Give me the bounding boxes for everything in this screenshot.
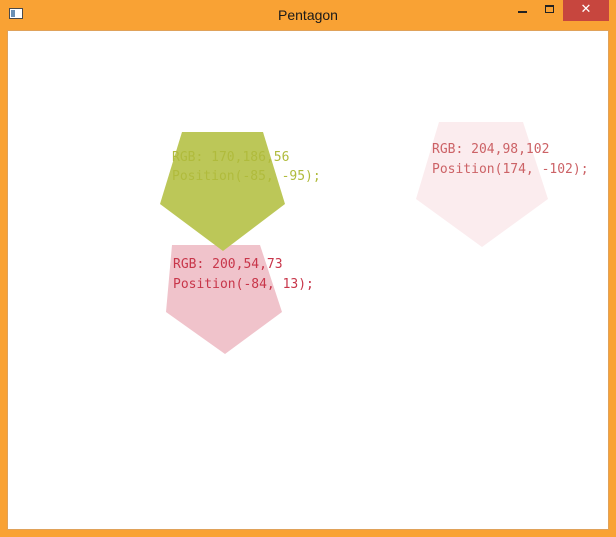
pentagon-pink-rgb-label: RGB: 200,54,73: [173, 257, 283, 272]
minimize-button[interactable]: [510, 0, 536, 21]
close-button[interactable]: ✕: [563, 0, 609, 21]
canvas-svg: RGB: 170,186,56 Position(-85, -95); RGB:…: [160, 122, 589, 354]
pentagon-pink-position-label: Position(-84, 13);: [173, 277, 314, 292]
drawing-canvas: RGB: 170,186,56 Position(-85, -95); RGB:…: [7, 30, 609, 530]
pentagon-lightpink-rgb-label: RGB: 204,98,102: [432, 142, 549, 157]
maximize-button[interactable]: [537, 0, 563, 21]
app-window: Pentagon ✕ RGB: 170,186,56 Position(-85,…: [0, 0, 616, 537]
title-bar[interactable]: Pentagon ✕: [0, 0, 616, 30]
pentagon-lightpink: [416, 122, 548, 247]
close-icon: ✕: [580, 2, 592, 17]
minimize-icon: [518, 11, 527, 13]
pentagon-lightpink-position-label: Position(174, -102);: [432, 162, 589, 177]
pentagon-green-position-label: Position(-85, -95);: [172, 169, 321, 184]
maximize-icon: [545, 5, 554, 13]
pentagon-green-rgb-label: RGB: 170,186,56: [172, 150, 289, 165]
